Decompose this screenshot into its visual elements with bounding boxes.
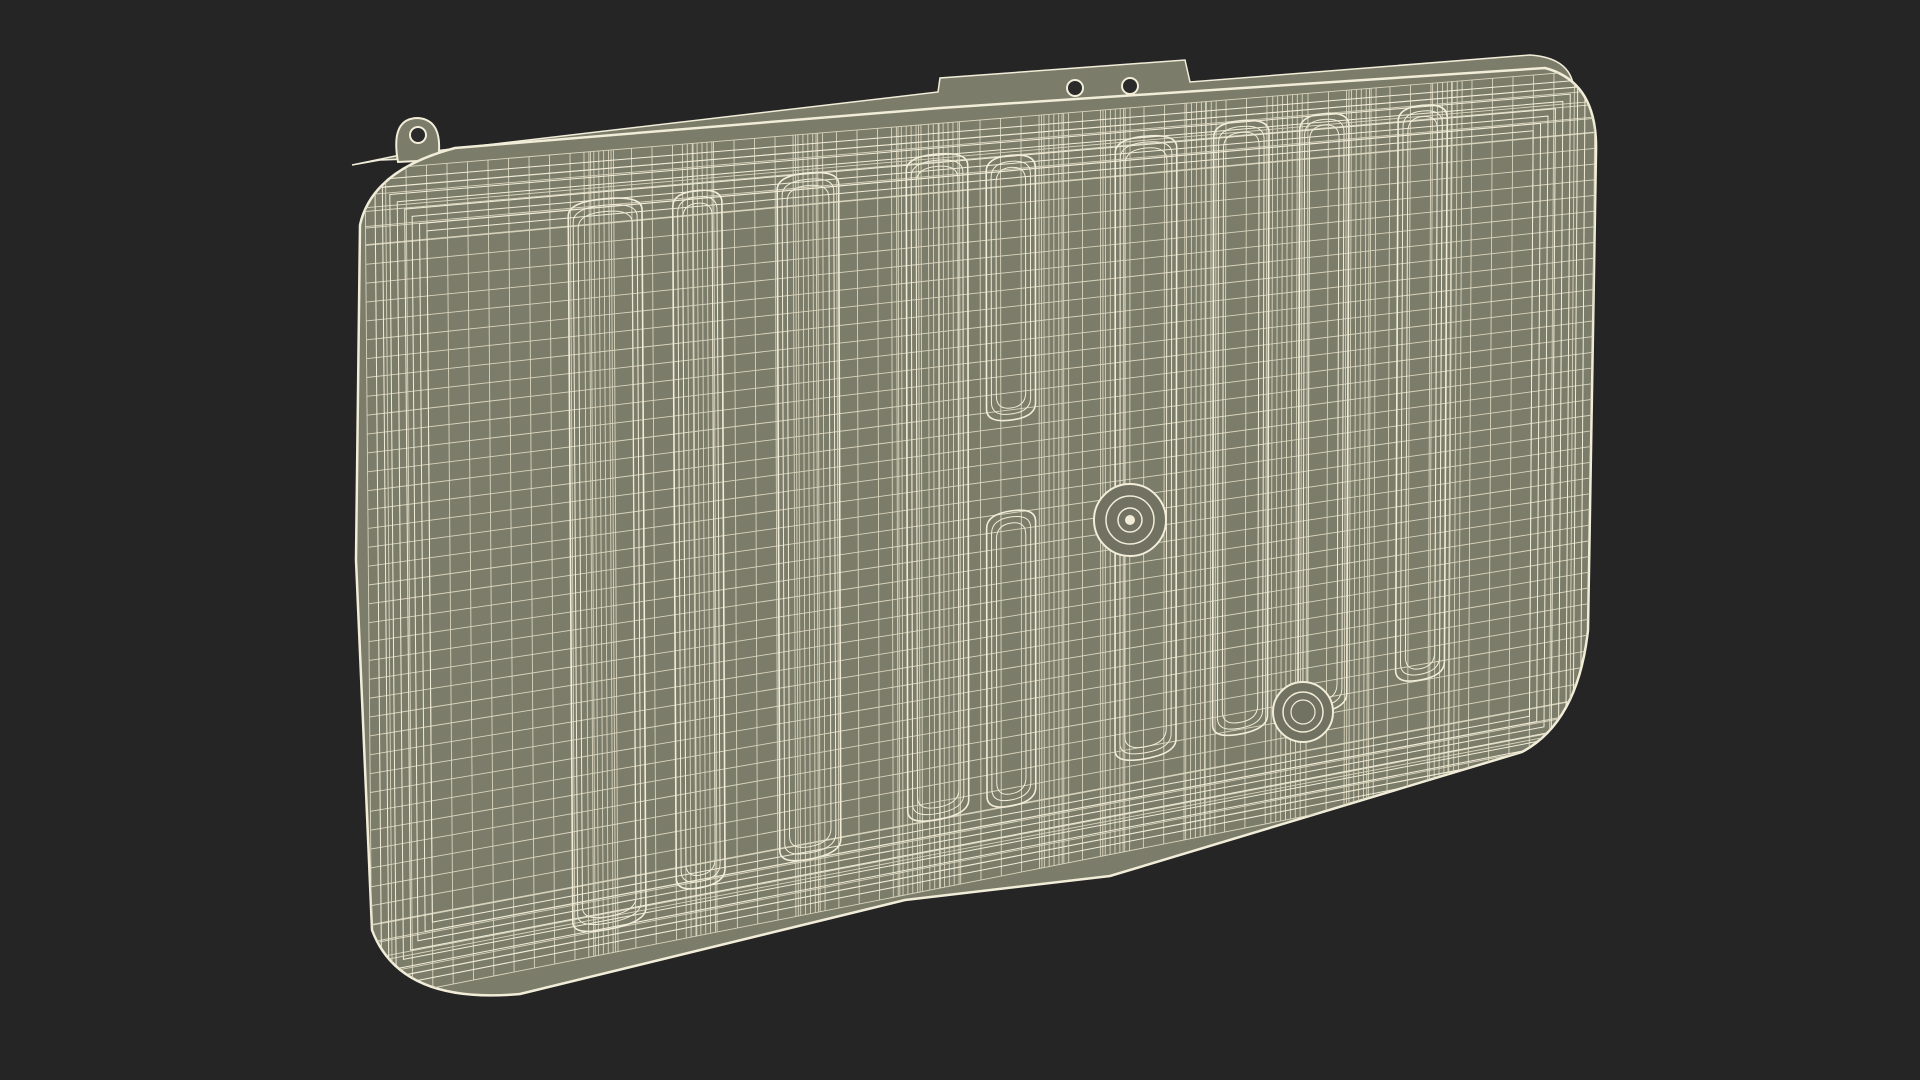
mount-hole-center-1 — [1066, 79, 1084, 97]
mount-hole-left — [409, 126, 427, 144]
render-viewport — [0, 0, 1920, 1080]
drain-plug — [1272, 681, 1334, 743]
mount-hole-center-2 — [1121, 77, 1139, 95]
wireframe-render — [351, 54, 1598, 997]
center-boss — [1093, 483, 1167, 557]
